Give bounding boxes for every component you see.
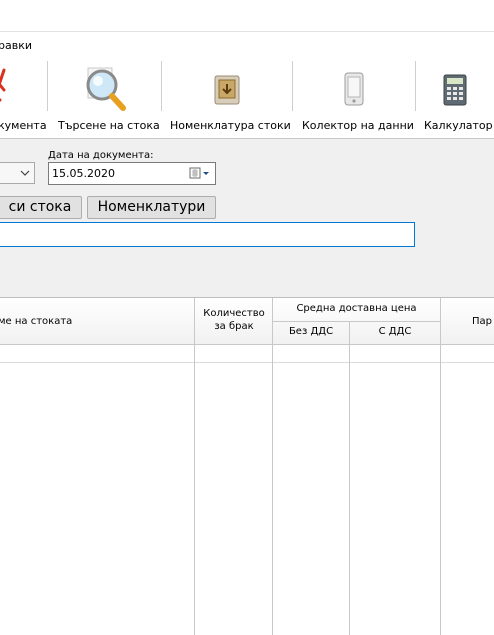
header-divider <box>273 321 441 322</box>
menu-bar: равки <box>0 32 494 58</box>
column-header-with-vat[interactable]: С ДДС <box>350 326 440 337</box>
toolbar-button-calculator[interactable]: Калкулатор <box>420 58 494 138</box>
search-goods-button[interactable]: си стока <box>0 196 82 219</box>
column-header-qty-line1[interactable]: Количество <box>196 308 272 319</box>
header-bottom-border <box>0 344 494 345</box>
column-divider <box>440 298 441 635</box>
toolbar-label-goods-nomenclature: Номенклатура стоки <box>170 119 291 132</box>
date-value[interactable]: 15.05.2020 <box>52 167 115 180</box>
toolbar-label-search-goods: Търсене на стока <box>58 119 160 132</box>
toolbar-button-goods-nomenclature[interactable]: Номенклатура стоки <box>164 58 291 138</box>
toolbar-label-data-collector: Колектор на данни <box>302 119 414 132</box>
toolbar-separator <box>292 61 293 111</box>
column-divider <box>349 321 350 635</box>
toolbar-separator <box>415 61 416 111</box>
delete-x-icon <box>0 68 6 102</box>
combo-box[interactable] <box>0 162 35 184</box>
toolbar: кумента Търсене на стока Номенклатура ст… <box>0 58 494 139</box>
column-header-partida[interactable]: Пар <box>472 316 492 327</box>
toolbar-separator <box>47 61 48 111</box>
title-bar <box>0 0 494 32</box>
column-header-no-vat[interactable]: Без ДДС <box>273 326 349 337</box>
column-header-qty-line2: за брак <box>214 321 254 332</box>
toolbar-button-delete-document[interactable]: кумента <box>0 58 47 138</box>
magnifier-icon <box>86 67 126 111</box>
toolbar-button-search-goods[interactable]: Търсене на стока <box>52 58 160 138</box>
goods-table[interactable]: ме на стоката Количество за брак Средна … <box>0 297 494 635</box>
calculator-icon <box>443 74 467 106</box>
nomenclatures-button[interactable]: Номенклатури <box>87 196 216 219</box>
toolbar-button-data-collector[interactable]: Колектор на данни <box>296 58 414 138</box>
date-picker[interactable]: 15.05.2020 <box>48 162 216 185</box>
calendar-dropdown-icon[interactable] <box>189 167 211 180</box>
column-header-avg-price[interactable]: Средна доставна цена <box>273 303 440 314</box>
chevron-down-icon <box>20 170 30 176</box>
menu-item-references[interactable]: равки <box>0 39 32 52</box>
column-divider <box>194 298 195 635</box>
column-header-name[interactable]: ме на стоката <box>0 316 72 327</box>
toolbar-separator <box>161 61 162 111</box>
toolbar-label-calculator: Калкулатор <box>424 119 493 132</box>
table-row[interactable] <box>0 362 494 363</box>
search-input[interactable] <box>0 222 415 247</box>
box-icon <box>214 75 240 105</box>
mobile-device-icon <box>344 72 364 106</box>
column-divider <box>272 298 273 635</box>
date-label: Дата на документа: <box>48 150 154 161</box>
toolbar-label-delete-document: кумента <box>0 119 47 132</box>
